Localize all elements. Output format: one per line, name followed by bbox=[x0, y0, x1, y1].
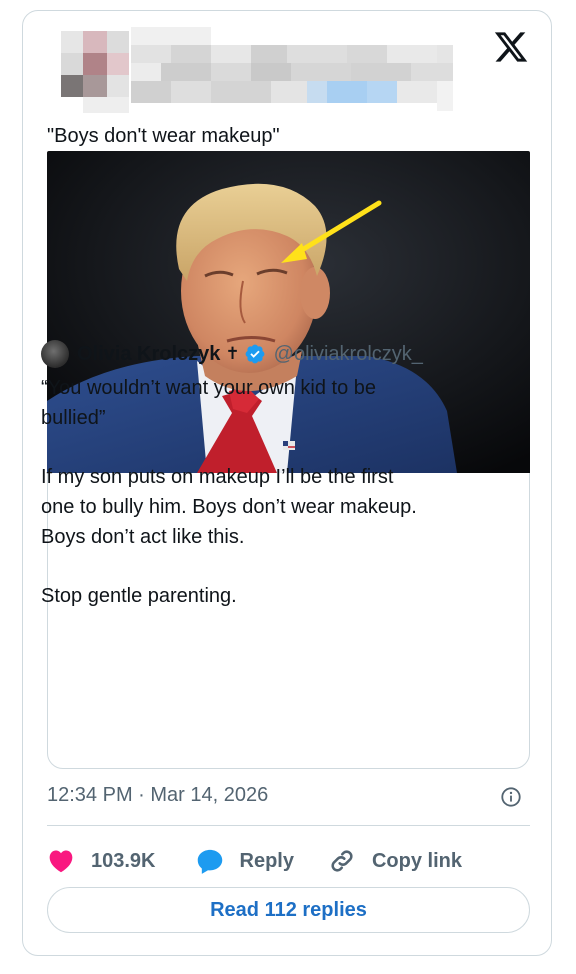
quoted-line: If my son puts on makeup I’ll be the fir… bbox=[41, 466, 394, 488]
reply-bubble-icon bbox=[197, 849, 222, 874]
quoted-line: “You wouldn’t want your own kid to be bbox=[41, 377, 377, 399]
quoted-line: one to bully him. Boys don’t wear makeup… bbox=[41, 496, 417, 518]
heart-icon bbox=[49, 850, 73, 873]
reply-button[interactable]: Reply bbox=[196, 847, 294, 875]
copy-link-button[interactable]: Copy link bbox=[328, 847, 462, 875]
info-icon[interactable] bbox=[500, 786, 522, 808]
read-replies-button[interactable]: Read 112 replies bbox=[47, 887, 530, 933]
quoted-author-row[interactable]: Olivia Krolczyk ✝ @oliviakrolczyk_ bbox=[41, 339, 423, 369]
action-bar: 103.9K Reply Copy link bbox=[47, 841, 462, 881]
post-timestamp[interactable]: 12:34 PM · Mar 14, 2026 bbox=[47, 784, 268, 807]
quoted-post-text: “You wouldn’t want your own kid to be bu… bbox=[41, 373, 481, 611]
redacted-author-header bbox=[61, 27, 453, 115]
divider bbox=[47, 825, 530, 826]
cross-symbol: ✝ bbox=[225, 344, 240, 363]
tweet-embed-card: "Boys don't wear makeup" Olivia Krolczyk… bbox=[22, 10, 552, 956]
reply-label: Reply bbox=[239, 849, 294, 872]
quoted-line: bullied” bbox=[41, 407, 106, 429]
verified-badge-icon bbox=[245, 344, 265, 364]
avatar[interactable] bbox=[41, 340, 69, 368]
quoted-line: Boys don’t act like this. bbox=[41, 526, 245, 548]
quoted-author-name[interactable]: Olivia Krolczyk bbox=[77, 343, 220, 366]
like-button[interactable]: 103.9K bbox=[47, 847, 156, 875]
link-icon bbox=[331, 850, 353, 872]
quoted-author-handle[interactable]: @oliviakrolczyk_ bbox=[274, 343, 423, 366]
tweet-text: "Boys don't wear makeup" bbox=[47, 125, 280, 147]
quoted-line: Stop gentle parenting. bbox=[41, 585, 237, 607]
x-logo-icon[interactable] bbox=[493, 29, 529, 65]
like-count: 103.9K bbox=[91, 849, 156, 872]
copy-link-label: Copy link bbox=[371, 849, 462, 872]
